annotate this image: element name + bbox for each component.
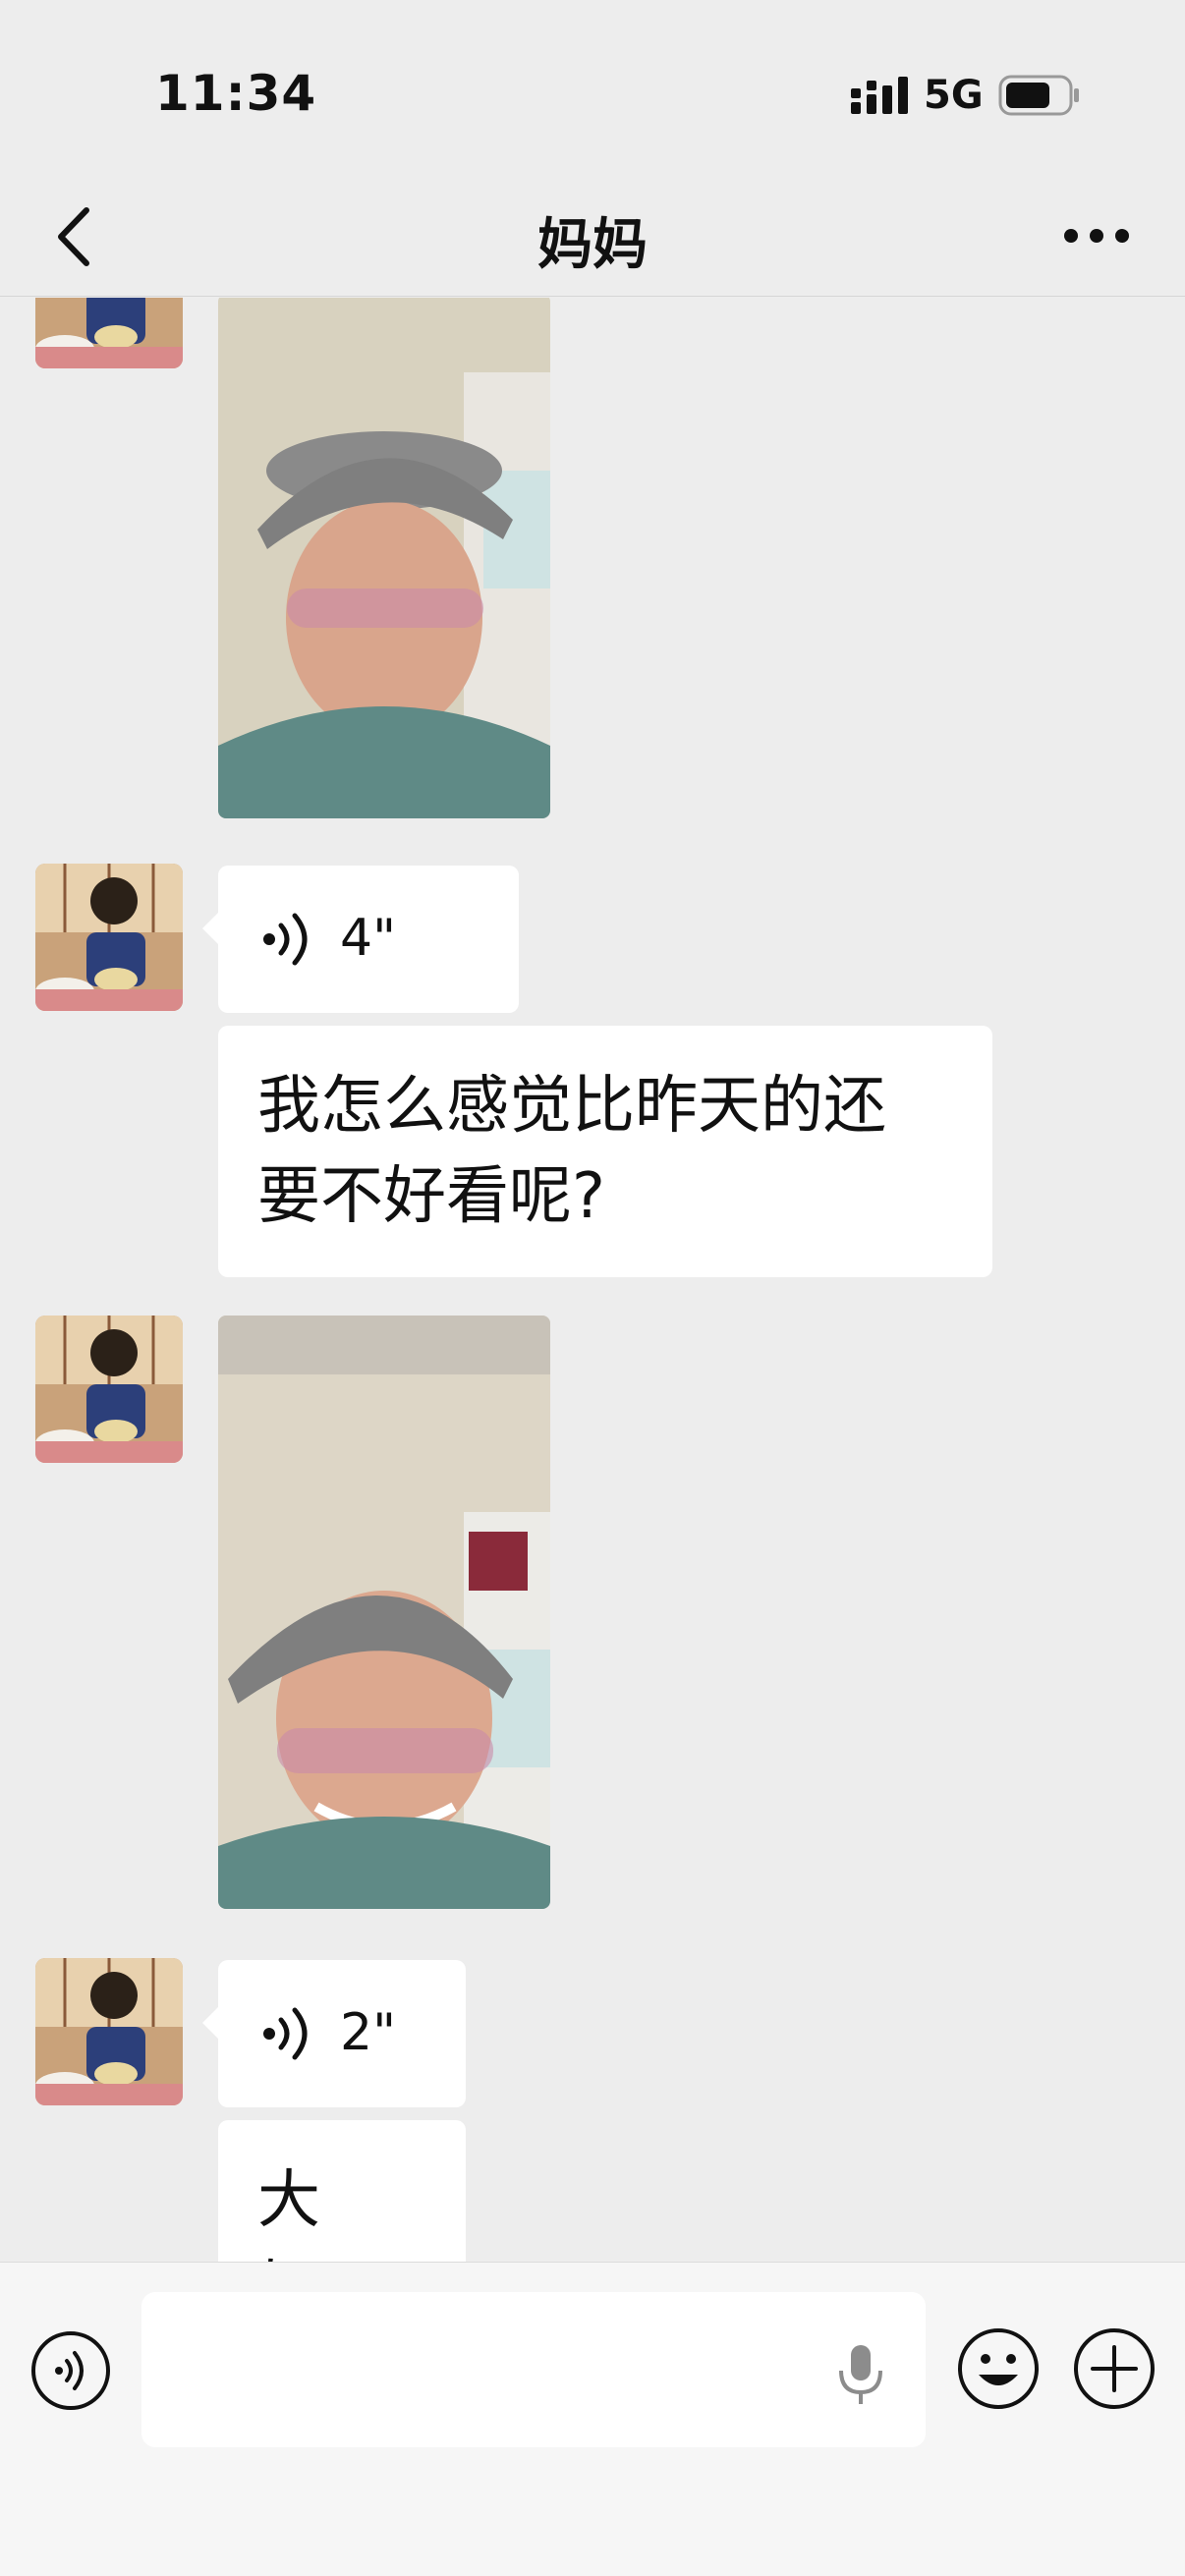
text-message[interactable]: 大姐。: [218, 2120, 466, 2262]
avatar-image: [35, 1958, 183, 2105]
voice-message[interactable]: 2": [202, 1960, 466, 2107]
message-line: 大姐。: [257, 2164, 383, 2262]
avatar-image: [35, 864, 183, 1011]
microphone-icon[interactable]: [833, 2341, 888, 2406]
photo-image: [218, 298, 550, 818]
voice-wave-icon: [263, 913, 308, 966]
nav-bar: 妈妈: [0, 177, 1185, 297]
chat-title: 妈妈: [537, 213, 648, 277]
avatar-image: [35, 1316, 183, 1463]
voice-toggle-icon[interactable]: [29, 2329, 112, 2412]
avatar[interactable]: [35, 298, 183, 368]
image-message[interactable]: [218, 298, 550, 818]
status-bar: 11:34 5G: [0, 0, 1185, 177]
voice-wave-icon: [263, 2007, 308, 2060]
battery-icon: [998, 75, 1079, 116]
message-input[interactable]: [141, 2292, 926, 2447]
input-bar: [0, 2262, 1185, 2576]
status-time: 11:34: [155, 65, 317, 122]
network-type: 5G: [924, 73, 984, 118]
avatar[interactable]: [35, 1958, 183, 2105]
chat-messages: 4" 我怎么感觉比昨天的还 要不好看呢? 2" 大: [0, 298, 1185, 2262]
emoji-icon[interactable]: [955, 2325, 1042, 2412]
more-button[interactable]: [1057, 206, 1136, 265]
plus-circle-icon[interactable]: [1071, 2325, 1157, 2412]
voice-duration: 4": [340, 909, 397, 968]
message-line: 要不好看呢?: [257, 1160, 605, 1233]
message-line: 我怎么感觉比昨天的还: [257, 1070, 886, 1143]
signal-bars-icon: [851, 77, 908, 114]
voice-duration: 2": [340, 2003, 397, 2062]
photo-image: [218, 1316, 550, 1909]
text-message[interactable]: 我怎么感觉比昨天的还 要不好看呢?: [218, 1026, 992, 1277]
avatar[interactable]: [35, 1316, 183, 1463]
avatar-image: [35, 298, 183, 368]
image-message[interactable]: [218, 1316, 550, 1909]
voice-message[interactable]: 4": [202, 866, 519, 1013]
avatar[interactable]: [35, 864, 183, 1011]
